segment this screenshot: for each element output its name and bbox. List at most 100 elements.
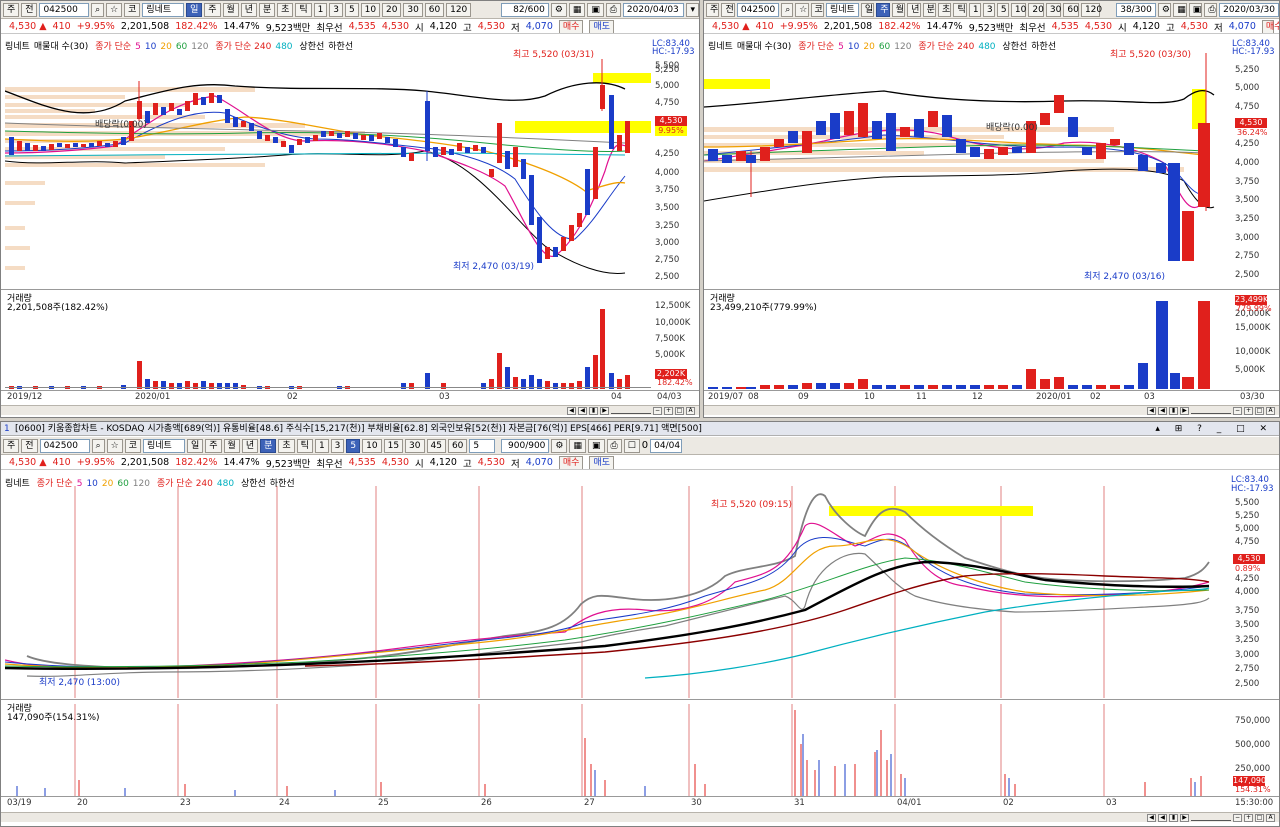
- market-button[interactable]: 코: [124, 2, 141, 17]
- zoom-out-icon[interactable]: −: [653, 406, 662, 415]
- text-icon[interactable]: A: [1266, 813, 1275, 822]
- search-icon[interactable]: ⌕: [91, 2, 105, 17]
- interval-45[interactable]: 45: [426, 438, 446, 453]
- period-tick[interactable]: 틱: [295, 2, 312, 17]
- interval-30[interactable]: 30: [1045, 2, 1062, 17]
- zoom-in-icon[interactable]: +: [1244, 406, 1253, 415]
- zoom-out-icon[interactable]: −: [1233, 406, 1242, 415]
- scroll-next-icon[interactable]: ▶: [1180, 406, 1189, 415]
- mode-button[interactable]: 주: [3, 2, 20, 17]
- market-button[interactable]: 코: [810, 2, 824, 17]
- interval-10[interactable]: 10: [1010, 2, 1027, 17]
- mode2-button[interactable]: 전: [721, 2, 735, 17]
- search-icon[interactable]: ⌕: [781, 2, 794, 17]
- stock-code-input[interactable]: 042500: [736, 2, 780, 17]
- period-week[interactable]: 주: [205, 438, 222, 453]
- favorite-icon[interactable]: ☆: [795, 2, 809, 17]
- interval-30[interactable]: 30: [403, 2, 423, 17]
- interval-5[interactable]: 5: [996, 2, 1009, 17]
- scroll-first-icon[interactable]: ◀: [1147, 406, 1156, 415]
- interval-5[interactable]: 5: [344, 2, 359, 17]
- grid-icon[interactable]: ▦: [569, 438, 586, 453]
- date-input[interactable]: 2020/04/03: [622, 2, 685, 17]
- zoom-slider[interactable]: [1191, 815, 1231, 821]
- scroll-next-icon[interactable]: ▶: [1180, 813, 1189, 822]
- interval-5[interactable]: 5: [346, 438, 361, 453]
- interval-60[interactable]: 60: [1063, 2, 1079, 17]
- count-input[interactable]: 900/900: [501, 438, 550, 453]
- print-icon[interactable]: ⎙: [1204, 2, 1218, 17]
- stock-name-field[interactable]: 링네트: [142, 438, 185, 453]
- stock-code-input[interactable]: 042500: [39, 2, 90, 17]
- zoom-in-icon[interactable]: +: [1244, 813, 1253, 822]
- buy-button[interactable]: 매수: [558, 20, 584, 33]
- zoom-out-icon[interactable]: −: [1233, 813, 1242, 822]
- date-input[interactable]: 2020/03/30: [1219, 2, 1279, 17]
- calendar-icon[interactable]: ▾: [686, 2, 699, 17]
- stock-name-field[interactable]: 링네트: [825, 2, 859, 17]
- sell-button[interactable]: 매도: [589, 20, 615, 33]
- zoom-reset-icon[interactable]: □: [1255, 813, 1264, 822]
- interval-30[interactable]: 30: [405, 438, 425, 453]
- period-day[interactable]: 일: [186, 438, 204, 453]
- interval-3[interactable]: 3: [329, 2, 343, 17]
- period-year[interactable]: 년: [241, 438, 259, 453]
- zoom-reset-icon[interactable]: □: [1255, 406, 1264, 415]
- interval-15[interactable]: 15: [383, 438, 404, 453]
- volume-chart[interactable]: [5, 295, 651, 389]
- period-tick[interactable]: 틱: [953, 2, 967, 17]
- period-second[interactable]: 초: [278, 438, 295, 453]
- scroll-next-icon[interactable]: ▶: [600, 406, 609, 415]
- stock-code-input[interactable]: 042500: [39, 438, 90, 453]
- favorite-icon[interactable]: ☆: [106, 438, 123, 453]
- volume-chart[interactable]: [704, 295, 1232, 389]
- interval-60[interactable]: 60: [447, 438, 468, 453]
- period-second[interactable]: 초: [938, 2, 952, 17]
- interval-1[interactable]: 1: [968, 2, 981, 17]
- scroll-first-icon[interactable]: ◀: [567, 406, 576, 415]
- grid-icon[interactable]: ▦: [1173, 2, 1187, 17]
- interval-10[interactable]: 10: [360, 2, 381, 17]
- zoom-slider[interactable]: [611, 408, 651, 414]
- window-controls[interactable]: ▴ ⊞ ? _ □ ✕: [1155, 422, 1273, 435]
- interval-1[interactable]: 1: [314, 438, 329, 453]
- zoom-slider[interactable]: [1191, 408, 1231, 414]
- mode2-button[interactable]: 전: [21, 2, 38, 17]
- print-icon[interactable]: ⎙: [606, 438, 622, 453]
- favorite-icon[interactable]: ☆: [106, 2, 123, 17]
- period-minute[interactable]: 분: [922, 2, 936, 17]
- interval-120[interactable]: 120: [1080, 2, 1102, 17]
- period-minute[interactable]: 분: [260, 438, 277, 453]
- interval-20[interactable]: 20: [382, 2, 402, 17]
- scroll-pause-icon[interactable]: ▮: [1169, 813, 1178, 822]
- period-tick[interactable]: 틱: [296, 438, 313, 453]
- interval-10[interactable]: 10: [362, 438, 382, 453]
- period-minute[interactable]: 분: [258, 2, 276, 17]
- checkbox[interactable]: ☐: [623, 438, 640, 453]
- zoom-reset-icon[interactable]: □: [675, 406, 684, 415]
- scroll-pause-icon[interactable]: ▮: [1169, 406, 1178, 415]
- mode2-button[interactable]: 전: [21, 438, 38, 453]
- scroll-prev-icon[interactable]: ◀: [1158, 813, 1167, 822]
- settings-icon[interactable]: ⚙: [1157, 2, 1172, 17]
- period-month[interactable]: 월: [891, 2, 906, 17]
- interval-120[interactable]: 120: [446, 2, 472, 17]
- mode-button[interactable]: 주: [3, 438, 20, 453]
- scroll-first-icon[interactable]: ◀: [1147, 813, 1156, 822]
- period-second[interactable]: 초: [277, 2, 294, 17]
- scrollbar[interactable]: ◀ ◀ ▮ ▶ − + □ A: [704, 405, 1279, 415]
- interval-3[interactable]: 3: [982, 2, 995, 17]
- scroll-pause-icon[interactable]: ▮: [589, 406, 598, 415]
- count-input[interactable]: 38/300: [1116, 2, 1156, 17]
- text-icon[interactable]: A: [686, 406, 695, 415]
- interval-custom-input[interactable]: 5: [469, 438, 496, 453]
- sell-button[interactable]: 매도: [589, 456, 615, 469]
- market-button[interactable]: 코: [124, 438, 141, 453]
- scroll-prev-icon[interactable]: ◀: [1158, 406, 1167, 415]
- volume-chart[interactable]: [5, 704, 1229, 796]
- scrollbar[interactable]: ◀ ◀ ▮ ▶ − + □ A: [1, 812, 1279, 822]
- save-icon[interactable]: ▣: [587, 2, 604, 17]
- scroll-prev-icon[interactable]: ◀: [578, 406, 587, 415]
- period-month[interactable]: 월: [223, 438, 240, 453]
- settings-icon[interactable]: ⚙: [551, 438, 568, 453]
